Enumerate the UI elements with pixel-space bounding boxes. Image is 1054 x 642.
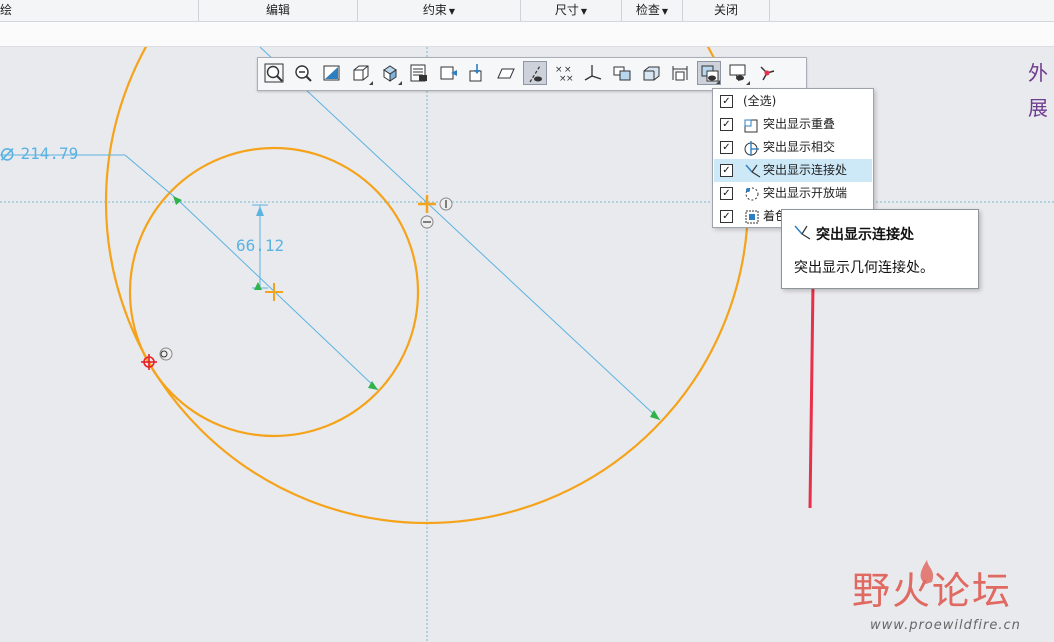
checkbox[interactable]: ✓ [720, 210, 733, 223]
side-text: 外 [1028, 61, 1048, 85]
saved-orientations-icon[interactable] [378, 61, 402, 85]
menu-item-label: (全选) [743, 94, 777, 108]
checkbox[interactable]: ✓ [720, 95, 733, 108]
sketch-view-icon[interactable] [436, 61, 460, 85]
menu-item-highlight-connection[interactable]: ✓ 突出显示连接处 [714, 159, 872, 182]
diameter-extension [124, 154, 179, 201]
menu-item-label: 突出显示开放端 [763, 186, 848, 200]
checkbox[interactable]: ✓ [720, 141, 733, 154]
menu-item-highlight-open-ends[interactable]: ✓ 突出显示开放端 [714, 182, 872, 205]
connection-icon [743, 162, 761, 180]
ribbon-group-inspect[interactable]: 检查 ▼ [622, 0, 682, 21]
dimension-display-icon[interactable] [668, 61, 692, 85]
open-end-icon [743, 185, 761, 203]
plane-display-icon[interactable] [494, 61, 518, 85]
ribbon-tab-bar: 绘 编辑 约束 ▼ 尺寸 ▼ 检查 ▼ 关闭 [0, 0, 1054, 22]
highlight-filter-menu: ✓ (全选) ✓ 突出显示重叠 ✓ 突出显示相交 ✓ 突出显示连接处 ✓ 突出显… [712, 88, 874, 228]
menu-item-highlight-intersect[interactable]: ✓ 突出显示相交 [714, 136, 872, 159]
arrow-head-green [254, 282, 262, 290]
ribbon-separator [769, 0, 770, 21]
highlight-filter-icon[interactable] [697, 61, 721, 85]
refit-icon[interactable] [262, 61, 286, 85]
graphics-canvas[interactable]: ∅ 214.79 66.12 [0, 47, 1054, 642]
watermark-logo: 野火论坛 www.proewildfire.cn [852, 560, 1052, 640]
ribbon-group-close[interactable]: 关闭 [683, 0, 769, 21]
menu-item-label: 突出显示重叠 [763, 117, 836, 131]
ribbon-lower-strip [0, 22, 1054, 47]
chevron-down-icon: ▼ [580, 7, 588, 16]
ribbon-group-edit[interactable]: 编辑 [199, 0, 357, 21]
sketch-geometry [0, 47, 1054, 642]
tooltip-title: 突出显示连接处 [816, 227, 914, 243]
display-style-icon[interactable] [349, 61, 373, 85]
menu-item-label: 突出显示相交 [763, 140, 836, 154]
watermark-url: www.proewildfire.cn [870, 618, 1021, 633]
radius-dimension[interactable]: 66.12 [236, 236, 284, 255]
ribbon-group-constrain[interactable]: 约束 ▼ [358, 0, 520, 21]
open-ends-icon[interactable] [755, 61, 779, 85]
svg-text:×: × [566, 74, 574, 83]
dimension-arrow [256, 206, 264, 216]
tangent-constraint-icon[interactable] [159, 347, 173, 361]
repaint-icon[interactable] [320, 61, 344, 85]
chevron-down-icon: ▼ [448, 7, 456, 16]
side-text: 展 [1028, 96, 1048, 120]
zoom-out-icon[interactable] [291, 61, 315, 85]
point-display-icon[interactable]: × × × × [552, 61, 576, 85]
connection-icon [792, 223, 812, 246]
diameter-leader [259, 47, 661, 421]
axis-display-icon[interactable] [523, 61, 547, 85]
sketcher-display-icon[interactable] [726, 61, 750, 85]
menu-item-highlight-overlap[interactable]: ✓ 突出显示重叠 [714, 113, 872, 136]
ribbon-group-sketch[interactable]: 绘 [0, 0, 20, 21]
menu-item-label: 突出显示连接处 [763, 163, 848, 177]
chevron-down-icon: ▼ [661, 7, 669, 16]
ribbon-group-dimension[interactable]: 尺寸 ▼ [521, 0, 621, 21]
checkbox[interactable]: ✓ [720, 187, 733, 200]
tooltip: 突出显示连接处 突出显示几何连接处。 [781, 209, 979, 289]
csys-display-icon[interactable] [581, 61, 605, 85]
arrow-head-green [173, 196, 182, 205]
diameter-dimension[interactable]: ∅ 214.79 [0, 140, 78, 168]
watermark-brand: 野火论坛 [852, 569, 1013, 613]
checkbox[interactable]: ✓ [720, 164, 733, 177]
datum-display-icon[interactable] [465, 61, 489, 85]
intersect-icon [743, 139, 761, 157]
overlap-icon [743, 116, 761, 134]
view-manager-icon[interactable] [407, 61, 431, 85]
checkbox[interactable]: ✓ [720, 118, 733, 131]
tooltip-description: 突出显示几何连接处。 [794, 260, 934, 276]
in-graphics-toolbar: × × × × [257, 57, 807, 91]
spin-center-icon[interactable] [639, 61, 663, 85]
menu-item-select-all[interactable]: ✓ (全选) [714, 90, 872, 113]
shade-icon [743, 208, 761, 226]
radius-leader [177, 199, 379, 391]
annotation-display-icon[interactable] [610, 61, 634, 85]
